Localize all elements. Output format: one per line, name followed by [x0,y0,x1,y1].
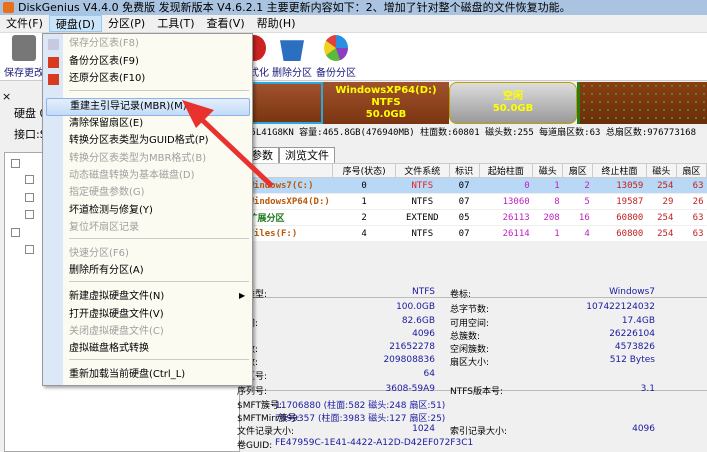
arrow-shaft [196,114,274,188]
annotation-arrow [182,100,274,188]
